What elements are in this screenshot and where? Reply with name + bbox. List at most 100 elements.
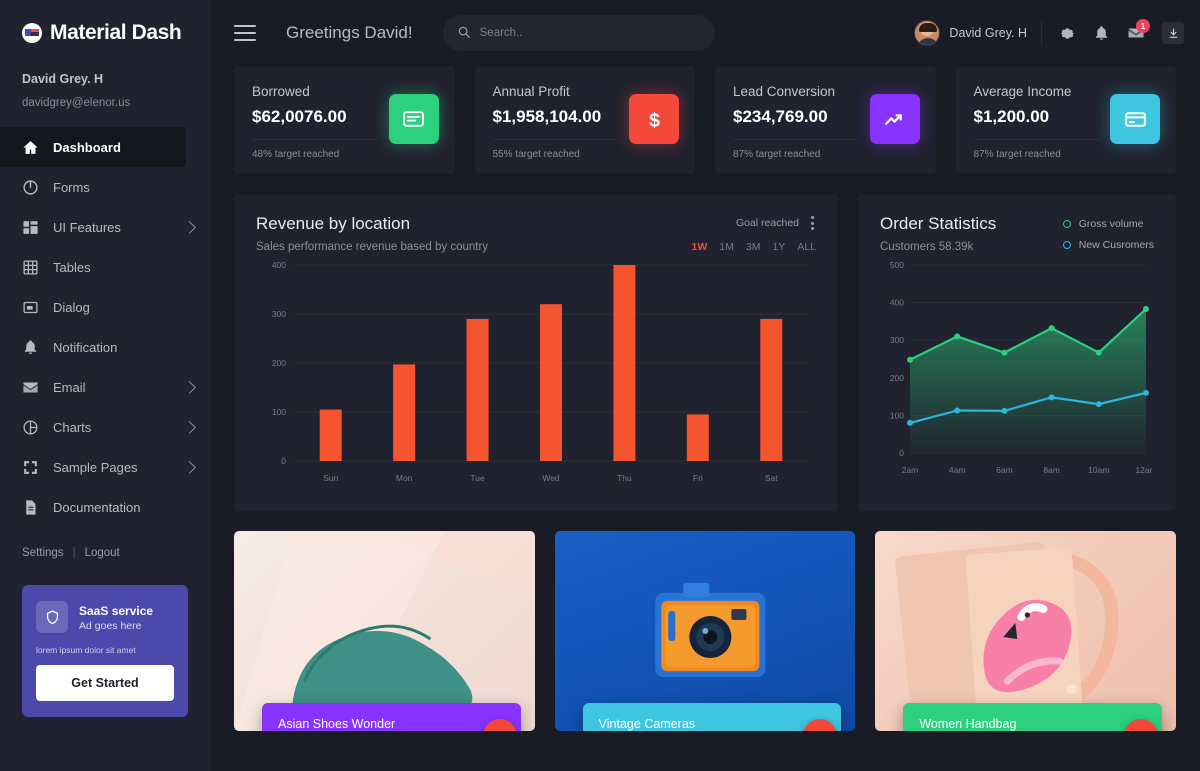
range-3m[interactable]: 3M [746,241,761,253]
product-cards: Asian Shoes Wonder $650.00 + [234,531,1177,731]
svg-text:300: 300 [272,309,286,319]
shield-icon [36,601,68,633]
order-statistics-panel: Order Statistics Customers 58.39k Gross … [858,194,1176,511]
search-box[interactable] [442,15,715,51]
gear-icon[interactable] [1059,25,1076,42]
legend-dot-icon [1062,220,1071,228]
revenue-panel: Revenue by location Sales performance re… [234,194,838,511]
svg-text:6am: 6am [996,465,1013,475]
chevron-right-icon [183,380,196,394]
sidebar-item-dashboard[interactable]: Dashboard [0,127,186,167]
svg-text:10am: 10am [1088,465,1109,475]
hamburger-icon[interactable] [234,25,256,41]
pie-chart-icon [22,419,39,436]
sidebar-user: David Grey. H davidgrey@elenor.us [0,66,210,125]
svg-text:100: 100 [890,410,904,420]
legend-label: New Cusromers [1078,239,1154,251]
get-started-button[interactable]: Get Started [36,665,174,701]
promo-text: lorem ipsum dolor sit amet [36,645,136,655]
home-icon [22,139,39,156]
kebab-icon[interactable] [809,214,816,232]
credit-card-icon [1110,94,1160,144]
teal-suede-shoe-photo [234,531,535,731]
sidebar-item-ui-features[interactable]: UI Features [0,207,210,247]
brand-logo[interactable]: Material Dash [0,0,210,66]
greeting-text: Greetings David! [286,23,413,42]
stat-card-average-income: Average Income $1,200.00 87% target reac… [955,66,1176,174]
sidebar-item-label: Notification [53,339,118,355]
range-selector: 1W 1M 3M 1Y ALL [692,241,816,253]
expand-icon [22,459,39,476]
range-1m[interactable]: 1M [719,241,734,253]
range-1w[interactable]: 1W [692,241,708,253]
product-card-cameras[interactable]: Vintage Cameras $340.00 + [554,531,856,731]
goal-reached-label: Goal reached [735,217,799,229]
bar-chart-svg: 0 100 200 300 400 Sun Mon Tue Wed Thu Fri Sat [272,260,808,483]
sidebar-item-forms[interactable]: Forms [0,167,210,207]
chevron-right-icon [183,460,196,474]
svg-text:8am: 8am [1043,465,1060,475]
stat-divider [252,139,378,140]
orange-camera-photo [554,531,856,731]
profile-name: David Grey. H [949,26,1027,40]
sidebar-item-dialog[interactable]: Dialog [0,287,210,327]
order-panel-title: Order Statistics [880,214,997,233]
sidebar-item-label: Charts [53,419,92,435]
sidebar: Material Dash David Grey. H davidgrey@el… [0,0,210,771]
order-area-chart: 0 100 200 300 400 500 2am 4am 6am 8am 10am 12am [880,253,1154,483]
svg-text:Wed: Wed [542,473,560,483]
sidebar-item-notification[interactable]: Notification [0,327,210,367]
sidebar-item-documentation[interactable]: Documentation [0,487,210,527]
legend-dot-icon [1062,241,1071,249]
svg-text:Thu: Thu [617,473,632,483]
revenue-panel-subtitle: Sales performance revenue based by count… [256,241,489,253]
legend-item-new-customers[interactable]: New Cusromers [1062,239,1154,251]
sidebar-user-email: davidgrey@elenor.us [22,97,131,109]
stat-card-annual-profit: Annual Profit $1,958,104.00 55% target r… [474,66,695,174]
revenue-panel-title: Revenue by location [256,214,411,233]
profile-menu[interactable]: David Grey. H [914,20,1042,46]
promo-subtitle: Ad goes here [79,619,142,632]
sidebar-item-email[interactable]: Email [0,367,210,407]
download-icon[interactable] [1162,22,1184,44]
order-panel-subtitle: Customers 58.39k [880,241,974,253]
sidebar-item-tables[interactable]: Tables [0,247,210,287]
topbar-actions: David Grey. H 1 [914,19,1184,46]
dialog-icon [22,299,39,316]
svg-text:4am: 4am [949,465,966,475]
svg-text:100: 100 [272,407,286,417]
messages-badge: 1 [1136,19,1150,33]
sidebar-item-charts[interactable]: Charts [0,407,210,447]
stat-divider [733,139,859,140]
sidebar-item-sample-pages[interactable]: Sample Pages [0,447,210,487]
stat-card-borrowed: Borrowed $62,0076.00 48% target reached [234,66,455,174]
settings-link[interactable]: Settings [22,547,64,559]
order-chart-legend: Gross volume New Cusromers [1062,214,1154,251]
legend-item-gross-volume[interactable]: Gross volume [1062,218,1154,230]
stat-subtitle: 87% target reached [733,149,821,160]
stat-subtitle: 55% target reached [492,149,580,160]
logout-link[interactable]: Logout [85,547,120,559]
range-1y[interactable]: 1Y [772,241,785,253]
legend-label: Gross volume [1078,218,1144,230]
range-all[interactable]: ALL [797,241,816,253]
search-input[interactable] [479,27,701,39]
messages-mail-icon[interactable]: 1 [1127,19,1150,42]
stat-divider [973,139,1099,140]
product-card-handbag[interactable]: Women Handbag $820.00 + [875,531,1177,731]
stat-subtitle: 48% target reached [252,149,340,160]
promo-title: SaaS service [79,603,154,618]
product-label: Asian Shoes Wonder $650.00 [262,703,521,731]
svg-text:Fri: Fri [693,473,703,483]
product-card-shoes[interactable]: Asian Shoes Wonder $650.00 + [234,531,535,731]
svg-text:0: 0 [899,448,904,458]
svg-text:400: 400 [272,260,286,270]
envelope-icon [22,379,39,396]
trend-up-icon [869,94,920,144]
notifications-bell-icon[interactable] [1093,25,1110,42]
sidebar-item-label: UI Features [53,219,121,235]
svg-text:0: 0 [281,456,286,466]
sidebar-item-label: Documentation [53,499,141,515]
svg-text:12am: 12am [1135,465,1152,475]
stat-subtitle: 87% target reached [973,149,1061,160]
